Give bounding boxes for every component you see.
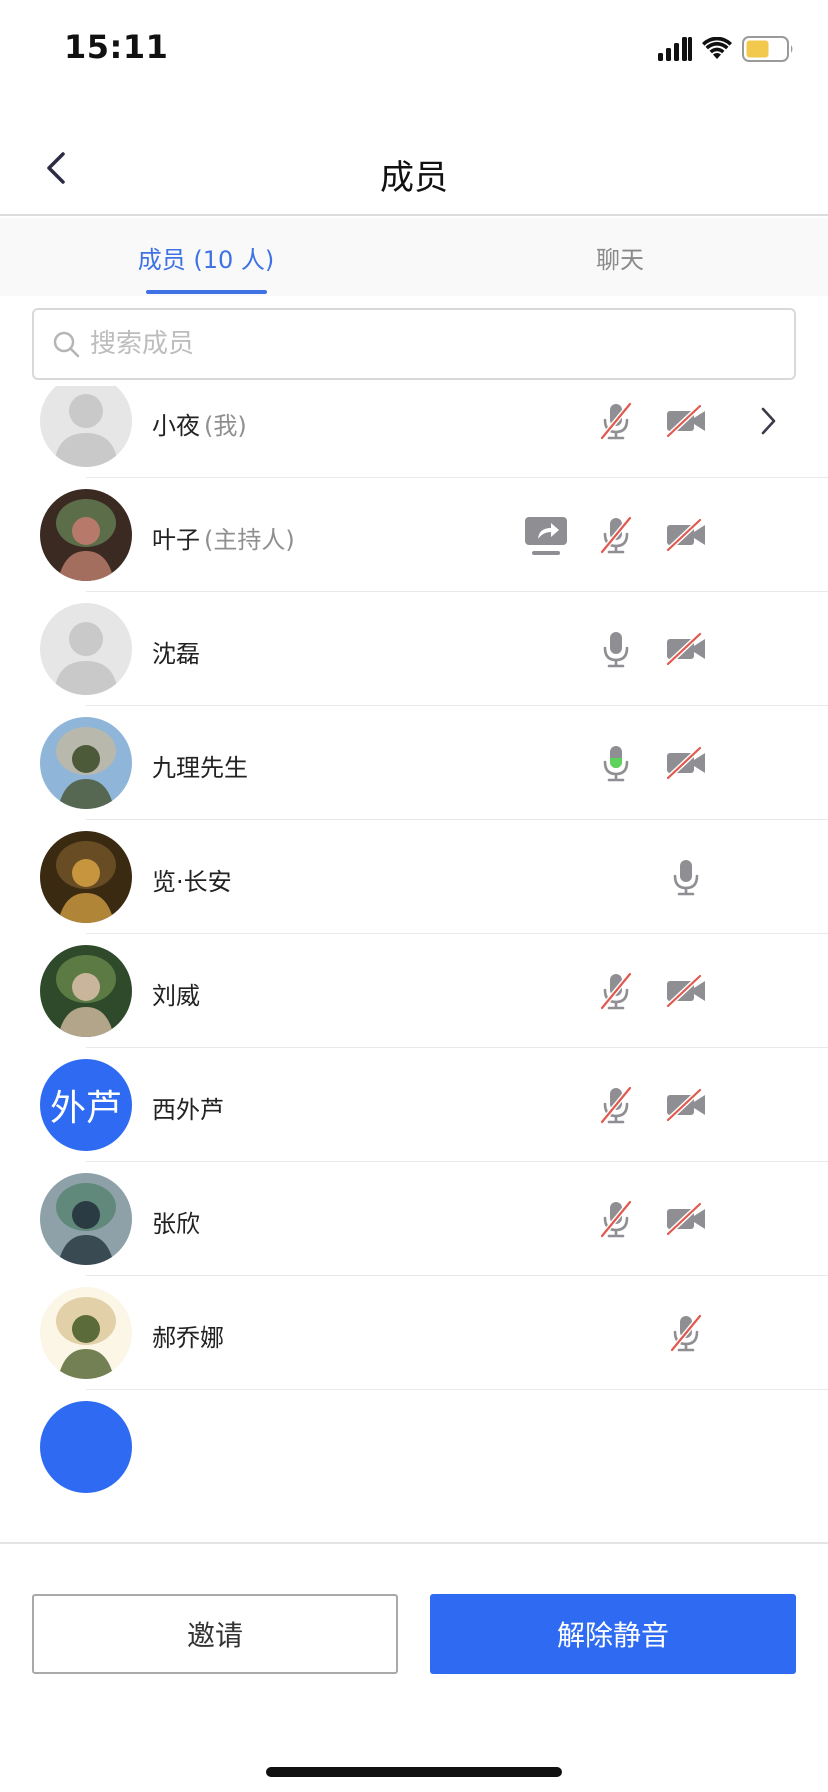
profile-photo xyxy=(40,831,132,923)
member-list: 小夜 (我) 叶子 (主持人) 沈磊九理先生览·长安刘威外芦 西外芦张欣郝乔娜 xyxy=(0,386,828,1540)
camera-off-icon xyxy=(664,1197,708,1241)
member-row[interactable]: 小夜 (我) xyxy=(0,386,828,478)
search-icon xyxy=(53,331,80,358)
chevron-right-icon[interactable] xyxy=(758,404,780,438)
member-name: 小夜 (我) xyxy=(152,406,247,441)
member-role: (主持人) xyxy=(204,526,295,554)
default-avatar-icon xyxy=(40,386,132,467)
member-avatar xyxy=(40,1287,132,1379)
camera-off-icon xyxy=(664,741,708,785)
tab-members[interactable]: 成员 (10 人) xyxy=(130,240,282,275)
status-icons xyxy=(658,34,794,64)
member-name: 九理先生 xyxy=(152,748,248,783)
unmute-all-button[interactable]: 解除静音 xyxy=(430,1594,796,1674)
profile-photo xyxy=(40,717,132,809)
member-name: 张欣 xyxy=(152,1204,200,1239)
mic-muted-icon xyxy=(594,399,638,443)
page-title: 成员 xyxy=(380,158,448,198)
profile-photo xyxy=(40,1287,132,1379)
member-name-text: 览·长安 xyxy=(152,868,232,896)
microphone-icon xyxy=(664,855,708,899)
camera-off-icon xyxy=(664,627,708,671)
screen-share-icon xyxy=(524,513,568,557)
member-row[interactable]: 外芦 西外芦 xyxy=(0,1048,828,1162)
member-name-text: 九理先生 xyxy=(152,754,248,782)
signal-icon xyxy=(658,37,692,61)
mic-muted-icon xyxy=(594,1083,638,1127)
profile-photo xyxy=(40,489,132,581)
search-input[interactable] xyxy=(90,329,740,359)
wifi-icon xyxy=(702,37,732,59)
active-tab-indicator xyxy=(146,290,267,294)
search-box[interactable] xyxy=(32,308,796,380)
bottom-action-bar: 邀请 解除静音 xyxy=(0,1542,828,1792)
member-avatar xyxy=(40,717,132,809)
member-row[interactable]: 叶子 (主持人) xyxy=(0,478,828,592)
member-name-text: 叶子 xyxy=(152,526,200,554)
member-row[interactable]: 郝乔娜 xyxy=(0,1276,828,1390)
member-row[interactable]: 沈磊 xyxy=(0,592,828,706)
mic-muted-icon xyxy=(594,1197,638,1241)
member-name: 郝乔娜 xyxy=(152,1318,224,1353)
home-indicator[interactable] xyxy=(266,1767,562,1777)
member-avatar xyxy=(40,1173,132,1265)
member-row[interactable]: 九理先生 xyxy=(0,706,828,820)
member-avatar xyxy=(40,386,132,467)
status-bar: 15:11 xyxy=(0,0,828,100)
battery-icon xyxy=(742,36,793,62)
member-avatar xyxy=(40,489,132,581)
mic-muted-icon xyxy=(594,513,638,557)
camera-off-icon xyxy=(664,969,708,1013)
member-avatar: 外芦 xyxy=(40,1059,132,1151)
navigation-bar: 成员 xyxy=(0,120,828,216)
row-divider xyxy=(86,1389,828,1390)
member-row[interactable]: 览·长安 xyxy=(0,820,828,934)
profile-photo xyxy=(40,1173,132,1265)
member-name: 沈磊 xyxy=(152,634,200,669)
member-name-text: 刘威 xyxy=(152,982,200,1010)
member-name-text: 沈磊 xyxy=(152,640,200,668)
member-role: (我) xyxy=(204,412,247,440)
tab-chat[interactable]: 聊天 xyxy=(560,240,680,275)
member-row[interactable]: 刘威 xyxy=(0,934,828,1048)
member-name: 刘威 xyxy=(152,976,200,1011)
microphone-icon xyxy=(594,627,638,671)
profile-photo xyxy=(40,945,132,1037)
member-avatar xyxy=(40,603,132,695)
member-name: 览·长安 xyxy=(152,862,232,897)
member-avatar xyxy=(40,831,132,923)
mic-muted-icon xyxy=(594,969,638,1013)
member-name-text: 西外芦 xyxy=(152,1096,224,1124)
avatar-initials: 外芦 xyxy=(40,1059,132,1151)
camera-off-icon xyxy=(664,1083,708,1127)
member-name: 西外芦 xyxy=(152,1090,224,1125)
invite-button[interactable]: 邀请 xyxy=(32,1594,398,1674)
camera-off-icon xyxy=(664,513,708,557)
tab-bar: 成员 (10 人) 聊天 xyxy=(0,218,828,296)
member-name-text: 张欣 xyxy=(152,1210,200,1238)
default-avatar-icon xyxy=(40,603,132,695)
mic-muted-icon xyxy=(664,1311,708,1355)
member-avatar xyxy=(40,945,132,1037)
member-name: 叶子 (主持人) xyxy=(152,520,295,555)
status-time: 15:11 xyxy=(64,28,169,66)
mic-speaking-icon xyxy=(594,741,638,785)
camera-off-icon xyxy=(664,399,708,443)
member-avatar-partial xyxy=(40,1401,132,1493)
member-row[interactable]: 张欣 xyxy=(0,1162,828,1276)
member-name-text: 郝乔娜 xyxy=(152,1324,224,1352)
member-name-text: 小夜 xyxy=(152,412,200,440)
